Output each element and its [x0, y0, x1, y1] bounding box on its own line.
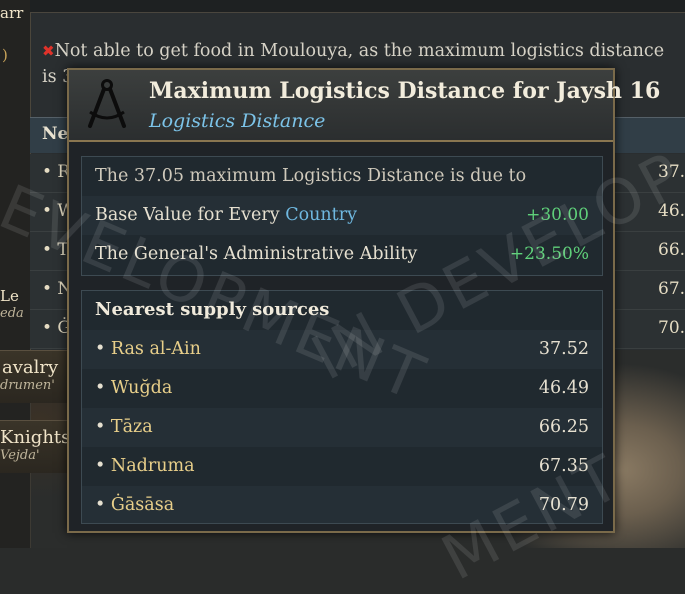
army-panel-topbar [30, 0, 685, 13]
tooltip-title: Maximum Logistics Distance for Jaysh 16 [149, 78, 661, 104]
supply-source-distance: 67.35 [538, 456, 589, 476]
place-name: Ras al-Ain [110, 339, 201, 359]
supply-source-distance: 46.49 [538, 378, 589, 398]
bullet: • [95, 417, 111, 437]
breakdown-value: +30.00 [526, 205, 589, 225]
supply-source-name: • Nadruma [95, 456, 195, 476]
supply-sources-heading: Nearest supply sources [95, 299, 330, 320]
supply-source-row: • Ras al-Ain 37.52 [82, 330, 602, 369]
breakdown-label: The General's Administrative Ability [95, 244, 418, 264]
place-name: Nadruma [110, 456, 195, 476]
breakdown-row: Base Value for Every Country +30.00 [82, 196, 602, 235]
unit-card-title: avalry [2, 357, 59, 378]
bullet: • [95, 456, 111, 476]
supply-source-row: • Ġāsāsa 70.79 [82, 486, 602, 523]
tooltip-subtitle: Logistics Distance [149, 110, 326, 132]
bullet: • [95, 339, 111, 359]
breakdown-label: Base Value for Every Country [95, 205, 357, 225]
supply-list-header-label: Ne [42, 124, 69, 144]
breakdown-intro-row: The 37.05 maximum Logistics Distance is … [82, 157, 602, 196]
unit-card-cavalry[interactable]: avalry drumen' [0, 350, 70, 403]
list-item-value: 46. [658, 201, 685, 221]
supply-source-row: • Wuğda 46.49 [82, 369, 602, 408]
supply-source-distance: 70.79 [538, 495, 589, 515]
error-icon: ✖ [42, 42, 55, 60]
supply-source-distance: 37.52 [538, 339, 589, 359]
breakdown-value: +23.50% [509, 244, 589, 264]
unit-card-title: Knights [0, 427, 71, 448]
supply-sources-box: Nearest supply sources • Ras al-Ain 37.5… [81, 290, 603, 524]
left-cut-text-2: ) [2, 46, 8, 64]
breakdown-intro: The 37.05 maximum Logistics Distance is … [95, 166, 527, 186]
supply-source-name: • Ġāsāsa [95, 495, 174, 515]
breakdown-label-text: Base Value for Every [95, 205, 286, 225]
logistics-tooltip: Maximum Logistics Distance for Jaysh 16 … [67, 68, 660, 533]
supply-source-distance: 66.25 [538, 417, 589, 437]
supply-sources-heading-row: Nearest supply sources [82, 291, 602, 330]
unit-card-subtitle: Vejda' [0, 448, 40, 463]
supply-source-row: • Tāza 66.25 [82, 408, 602, 447]
left-cut-text-4: eda [0, 306, 24, 321]
supply-source-name: • Tāza [95, 417, 153, 437]
bullet: • [95, 378, 111, 398]
tooltip-header: Maximum Logistics Distance for Jaysh 16 … [69, 70, 660, 142]
list-item-value: 37. [658, 162, 685, 182]
bullet: • [95, 495, 111, 515]
country-link[interactable]: Country [285, 205, 357, 225]
supply-source-row: • Nadruma 67.35 [82, 447, 602, 486]
unit-card-knights[interactable]: Knights Vejda' [0, 420, 70, 473]
supply-source-name: • Ras al-Ain [95, 339, 201, 359]
unit-card-subtitle: drumen' [0, 378, 55, 393]
breakdown-row: The General's Administrative Ability +23… [82, 235, 602, 274]
place-name: Ġāsāsa [110, 495, 175, 515]
list-item-value: 70. [658, 318, 685, 338]
list-item-value: 67. [658, 279, 685, 299]
place-name: Tāza [110, 417, 153, 437]
compass-icon [88, 79, 126, 128]
list-item-value: 66. [658, 240, 685, 260]
left-cut-text-1: arr [0, 4, 24, 22]
left-cut-text-3: Le [0, 287, 19, 305]
breakdown-box: The 37.05 maximum Logistics Distance is … [81, 156, 603, 276]
place-name: Wuğda [110, 378, 173, 398]
supply-source-name: • Wuğda [95, 378, 172, 398]
